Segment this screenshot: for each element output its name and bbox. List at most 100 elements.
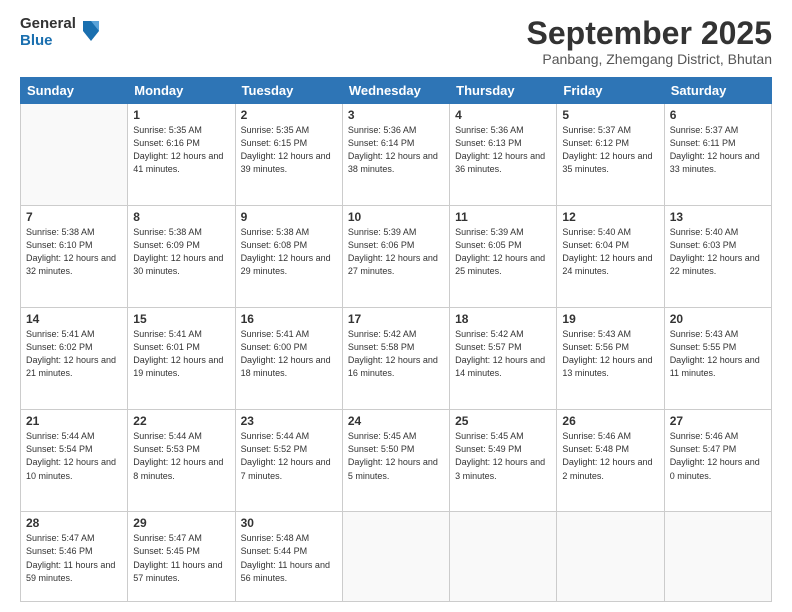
cell-info: Sunrise: 5:40 AM Sunset: 6:04 PM Dayligh… [562,226,658,278]
calendar-cell: 18 Sunrise: 5:42 AM Sunset: 5:57 PM Dayli… [450,308,557,410]
cell-info: Sunrise: 5:44 AM Sunset: 5:54 PM Dayligh… [26,430,122,482]
cell-info: Sunrise: 5:47 AM Sunset: 5:45 PM Dayligh… [133,532,229,584]
day-number: 12 [562,210,658,224]
cell-info: Sunrise: 5:40 AM Sunset: 6:03 PM Dayligh… [670,226,766,278]
cell-info: Sunrise: 5:45 AM Sunset: 5:50 PM Dayligh… [348,430,444,482]
day-number: 17 [348,312,444,326]
day-number: 20 [670,312,766,326]
cell-info: Sunrise: 5:43 AM Sunset: 5:55 PM Dayligh… [670,328,766,380]
calendar-cell: 5 Sunrise: 5:37 AM Sunset: 6:12 PM Daylig… [557,104,664,206]
calendar-cell: 27 Sunrise: 5:46 AM Sunset: 5:47 PM Dayli… [664,410,771,512]
day-number: 27 [670,414,766,428]
calendar-cell [664,512,771,602]
calendar-cell: 14 Sunrise: 5:41 AM Sunset: 6:02 PM Dayli… [21,308,128,410]
calendar-cell [342,512,449,602]
calendar-cell: 3 Sunrise: 5:36 AM Sunset: 6:14 PM Daylig… [342,104,449,206]
cell-info: Sunrise: 5:37 AM Sunset: 6:11 PM Dayligh… [670,124,766,176]
day-number: 25 [455,414,551,428]
calendar-week-5: 28Sunrise: 5:47 AM Sunset: 5:46 PM Dayli… [21,512,772,602]
calendar-cell: 20 Sunrise: 5:43 AM Sunset: 5:55 PM Dayli… [664,308,771,410]
logo: General Blue [20,16,103,49]
day-number: 29 [133,516,229,530]
calendar-cell: 30 Sunrise: 5:48 AM Sunset: 5:44 PM Dayli… [235,512,342,602]
calendar-cell: 6 Sunrise: 5:37 AM Sunset: 6:11 PM Daylig… [664,104,771,206]
calendar-cell: 1 Sunrise: 5:35 AM Sunset: 6:16 PM Daylig… [128,104,235,206]
cell-info: Sunrise: 5:38 AM Sunset: 6:08 PM Dayligh… [241,226,337,278]
calendar-cell: 17Sunrise: 5:42 AM Sunset: 5:58 PM Dayli… [342,308,449,410]
day-number: 11 [455,210,551,224]
day-number: 19 [562,312,658,326]
calendar-cell: 29 Sunrise: 5:47 AM Sunset: 5:45 PM Dayli… [128,512,235,602]
day-number: 22 [133,414,229,428]
cell-info: Sunrise: 5:39 AM Sunset: 6:06 PM Dayligh… [348,226,444,278]
col-saturday: Saturday [664,78,771,104]
cell-info: Sunrise: 5:44 AM Sunset: 5:52 PM Dayligh… [241,430,337,482]
month-title: September 2025 [527,16,772,51]
location: Panbang, Zhemgang District, Bhutan [527,51,772,67]
title-area: September 2025 Panbang, Zhemgang Distric… [527,16,772,67]
day-number: 16 [241,312,337,326]
day-number: 9 [241,210,337,224]
calendar-week-4: 21 Sunrise: 5:44 AM Sunset: 5:54 PM Dayli… [21,410,772,512]
cell-info: Sunrise: 5:41 AM Sunset: 6:00 PM Dayligh… [241,328,337,380]
day-number: 5 [562,108,658,122]
day-number: 28 [26,516,122,530]
cell-info: Sunrise: 5:38 AM Sunset: 6:09 PM Dayligh… [133,226,229,278]
calendar-week-3: 14 Sunrise: 5:41 AM Sunset: 6:02 PM Dayli… [21,308,772,410]
cell-info: Sunrise: 5:37 AM Sunset: 6:12 PM Dayligh… [562,124,658,176]
calendar-cell: 22 Sunrise: 5:44 AM Sunset: 5:53 PM Dayli… [128,410,235,512]
day-number: 24 [348,414,444,428]
cell-info: Sunrise: 5:48 AM Sunset: 5:44 PM Dayligh… [241,532,337,584]
day-number: 23 [241,414,337,428]
day-number: 10 [348,210,444,224]
cell-info: Sunrise: 5:43 AM Sunset: 5:56 PM Dayligh… [562,328,658,380]
calendar-cell: 13 Sunrise: 5:40 AM Sunset: 6:03 PM Dayli… [664,206,771,308]
day-number: 4 [455,108,551,122]
cell-info: Sunrise: 5:46 AM Sunset: 5:48 PM Dayligh… [562,430,658,482]
logo-text: General Blue [20,16,76,49]
calendar-body: 1 Sunrise: 5:35 AM Sunset: 6:16 PM Daylig… [21,104,772,602]
col-tuesday: Tuesday [235,78,342,104]
cell-info: Sunrise: 5:46 AM Sunset: 5:47 PM Dayligh… [670,430,766,482]
calendar-week-1: 1 Sunrise: 5:35 AM Sunset: 6:16 PM Daylig… [21,104,772,206]
cell-info: Sunrise: 5:39 AM Sunset: 6:05 PM Dayligh… [455,226,551,278]
calendar-cell: 7Sunrise: 5:38 AM Sunset: 6:10 PM Daylig… [21,206,128,308]
calendar-cell: 21 Sunrise: 5:44 AM Sunset: 5:54 PM Dayli… [21,410,128,512]
day-number: 3 [348,108,444,122]
day-number: 14 [26,312,122,326]
calendar-week-2: 7Sunrise: 5:38 AM Sunset: 6:10 PM Daylig… [21,206,772,308]
day-number: 1 [133,108,229,122]
day-number: 13 [670,210,766,224]
day-number: 21 [26,414,122,428]
calendar-cell [450,512,557,602]
calendar-cell: 19 Sunrise: 5:43 AM Sunset: 5:56 PM Dayli… [557,308,664,410]
calendar-cell: 8 Sunrise: 5:38 AM Sunset: 6:09 PM Daylig… [128,206,235,308]
calendar-cell: 10 Sunrise: 5:39 AM Sunset: 6:06 PM Dayli… [342,206,449,308]
cell-info: Sunrise: 5:41 AM Sunset: 6:02 PM Dayligh… [26,328,122,380]
calendar-cell [557,512,664,602]
cell-info: Sunrise: 5:44 AM Sunset: 5:53 PM Dayligh… [133,430,229,482]
cell-info: Sunrise: 5:35 AM Sunset: 6:16 PM Dayligh… [133,124,229,176]
header: General Blue September 2025 Panbang, Zhe… [20,16,772,67]
cell-info: Sunrise: 5:35 AM Sunset: 6:15 PM Dayligh… [241,124,337,176]
calendar-cell: 16 Sunrise: 5:41 AM Sunset: 6:00 PM Dayli… [235,308,342,410]
calendar-cell: 4 Sunrise: 5:36 AM Sunset: 6:13 PM Daylig… [450,104,557,206]
cell-info: Sunrise: 5:42 AM Sunset: 5:57 PM Dayligh… [455,328,551,380]
cell-info: Sunrise: 5:36 AM Sunset: 6:13 PM Dayligh… [455,124,551,176]
calendar-cell: 12 Sunrise: 5:40 AM Sunset: 6:04 PM Dayli… [557,206,664,308]
day-number: 8 [133,210,229,224]
logo-general: General [20,16,76,33]
calendar-cell [21,104,128,206]
cell-info: Sunrise: 5:45 AM Sunset: 5:49 PM Dayligh… [455,430,551,482]
col-monday: Monday [128,78,235,104]
calendar-cell: 9 Sunrise: 5:38 AM Sunset: 6:08 PM Daylig… [235,206,342,308]
cell-info: Sunrise: 5:36 AM Sunset: 6:14 PM Dayligh… [348,124,444,176]
logo-blue: Blue [20,33,76,50]
day-number: 6 [670,108,766,122]
day-number: 18 [455,312,551,326]
day-number: 7 [26,210,122,224]
page: General Blue September 2025 Panbang, Zhe… [0,0,792,612]
calendar-cell: 23 Sunrise: 5:44 AM Sunset: 5:52 PM Dayli… [235,410,342,512]
day-number: 2 [241,108,337,122]
day-number: 30 [241,516,337,530]
